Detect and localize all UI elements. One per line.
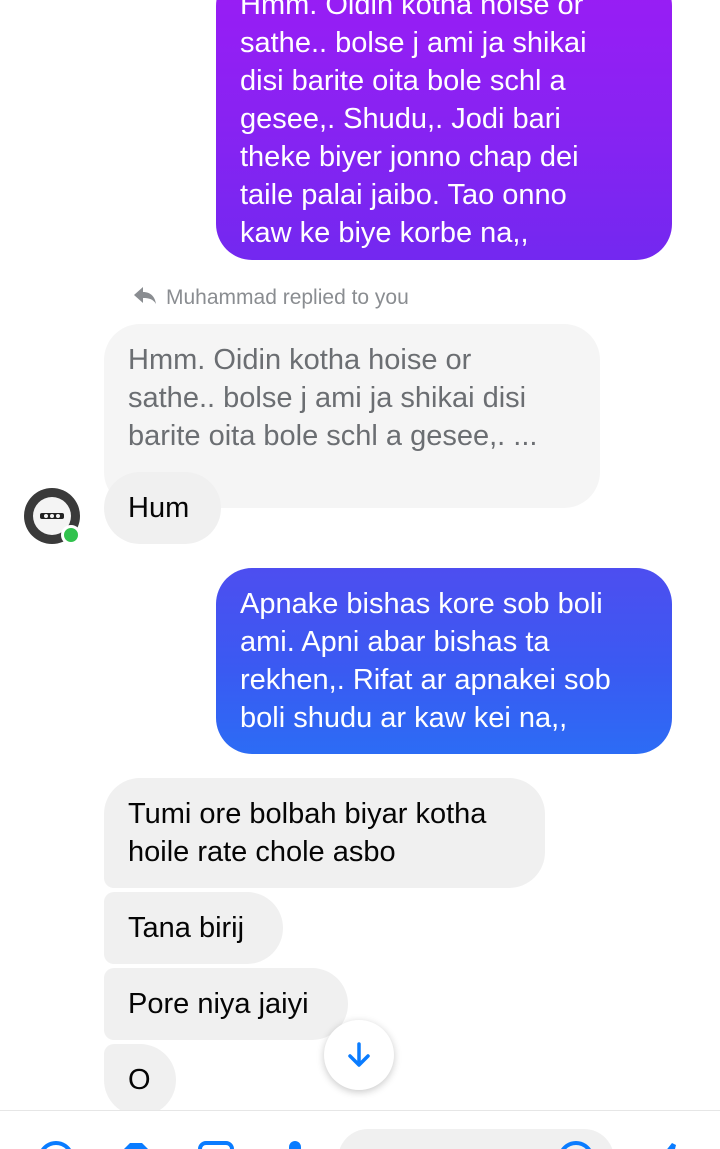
scroll-to-bottom-button[interactable] — [324, 1020, 394, 1090]
incoming-message[interactable]: Pore niya jaiyi — [104, 968, 348, 1040]
online-status-dot — [61, 525, 81, 545]
incoming-message[interactable]: Hum — [104, 472, 221, 544]
avatar-logo-icon — [40, 513, 64, 519]
composer-bar — [0, 1110, 720, 1149]
arrow-down-icon — [348, 1042, 370, 1067]
incoming-message[interactable]: Tumi ore bolbah biyar kotha hoile rate c… — [104, 778, 545, 888]
incoming-message[interactable]: O — [104, 1044, 176, 1116]
reply-label-text: Muhammad replied to you — [166, 286, 409, 309]
reply-arrow-icon — [132, 284, 158, 312]
message-input[interactable] — [338, 1129, 614, 1149]
incoming-message[interactable]: Tana birij — [104, 892, 283, 964]
outgoing-message[interactable]: Apnake bishas kore sob boli ami. Apni ab… — [216, 568, 672, 754]
outgoing-message[interactable]: Hmm. Oidin kotha hoise or sathe.. bolse … — [216, 0, 672, 260]
reply-context-label: Muhammad replied to you — [132, 284, 409, 312]
